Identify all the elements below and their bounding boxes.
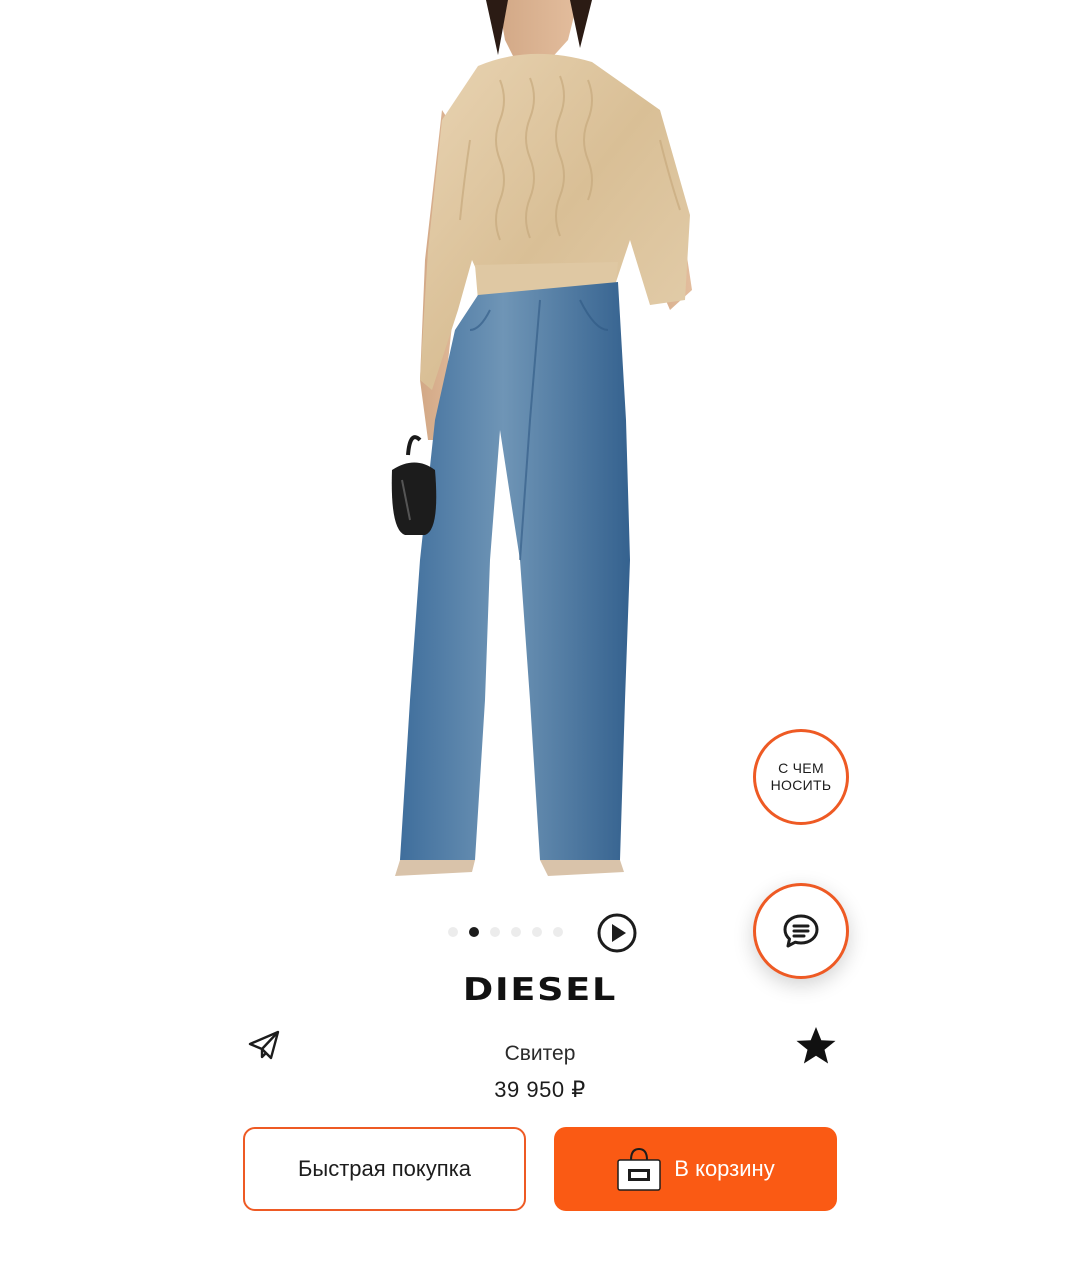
brand-name[interactable]: DIESEL [0, 972, 1080, 1008]
add-to-cart-button[interactable]: В корзину [554, 1127, 837, 1211]
outfit-suggestions-label: С ЧЕМ НОСИТЬ [770, 760, 832, 793]
product-photo[interactable] [380, 0, 710, 890]
shopping-bag-icon [616, 1146, 662, 1192]
product-price: 39 950 ₽ [494, 1077, 586, 1102]
pager-dot[interactable] [490, 927, 500, 937]
outfit-suggestions-button[interactable]: С ЧЕМ НОСИТЬ [753, 729, 849, 825]
pager-dot[interactable] [448, 927, 458, 937]
pager-dot[interactable] [532, 927, 542, 937]
pager-dot-active[interactable] [469, 927, 479, 937]
play-video-button[interactable] [596, 912, 638, 954]
play-icon [597, 913, 637, 953]
pager-dot[interactable] [511, 927, 521, 937]
product-title: Свитер [504, 1042, 576, 1065]
add-to-cart-label: В корзину [674, 1156, 775, 1181]
quick-buy-label: Быстрая покупка [297, 1156, 472, 1181]
quick-buy-button[interactable]: Быстрая покупка [243, 1127, 526, 1211]
chat-button[interactable] [753, 883, 849, 979]
chat-bubble-icon [783, 914, 819, 948]
gallery-pager [448, 927, 563, 937]
pager-dot[interactable] [553, 927, 563, 937]
